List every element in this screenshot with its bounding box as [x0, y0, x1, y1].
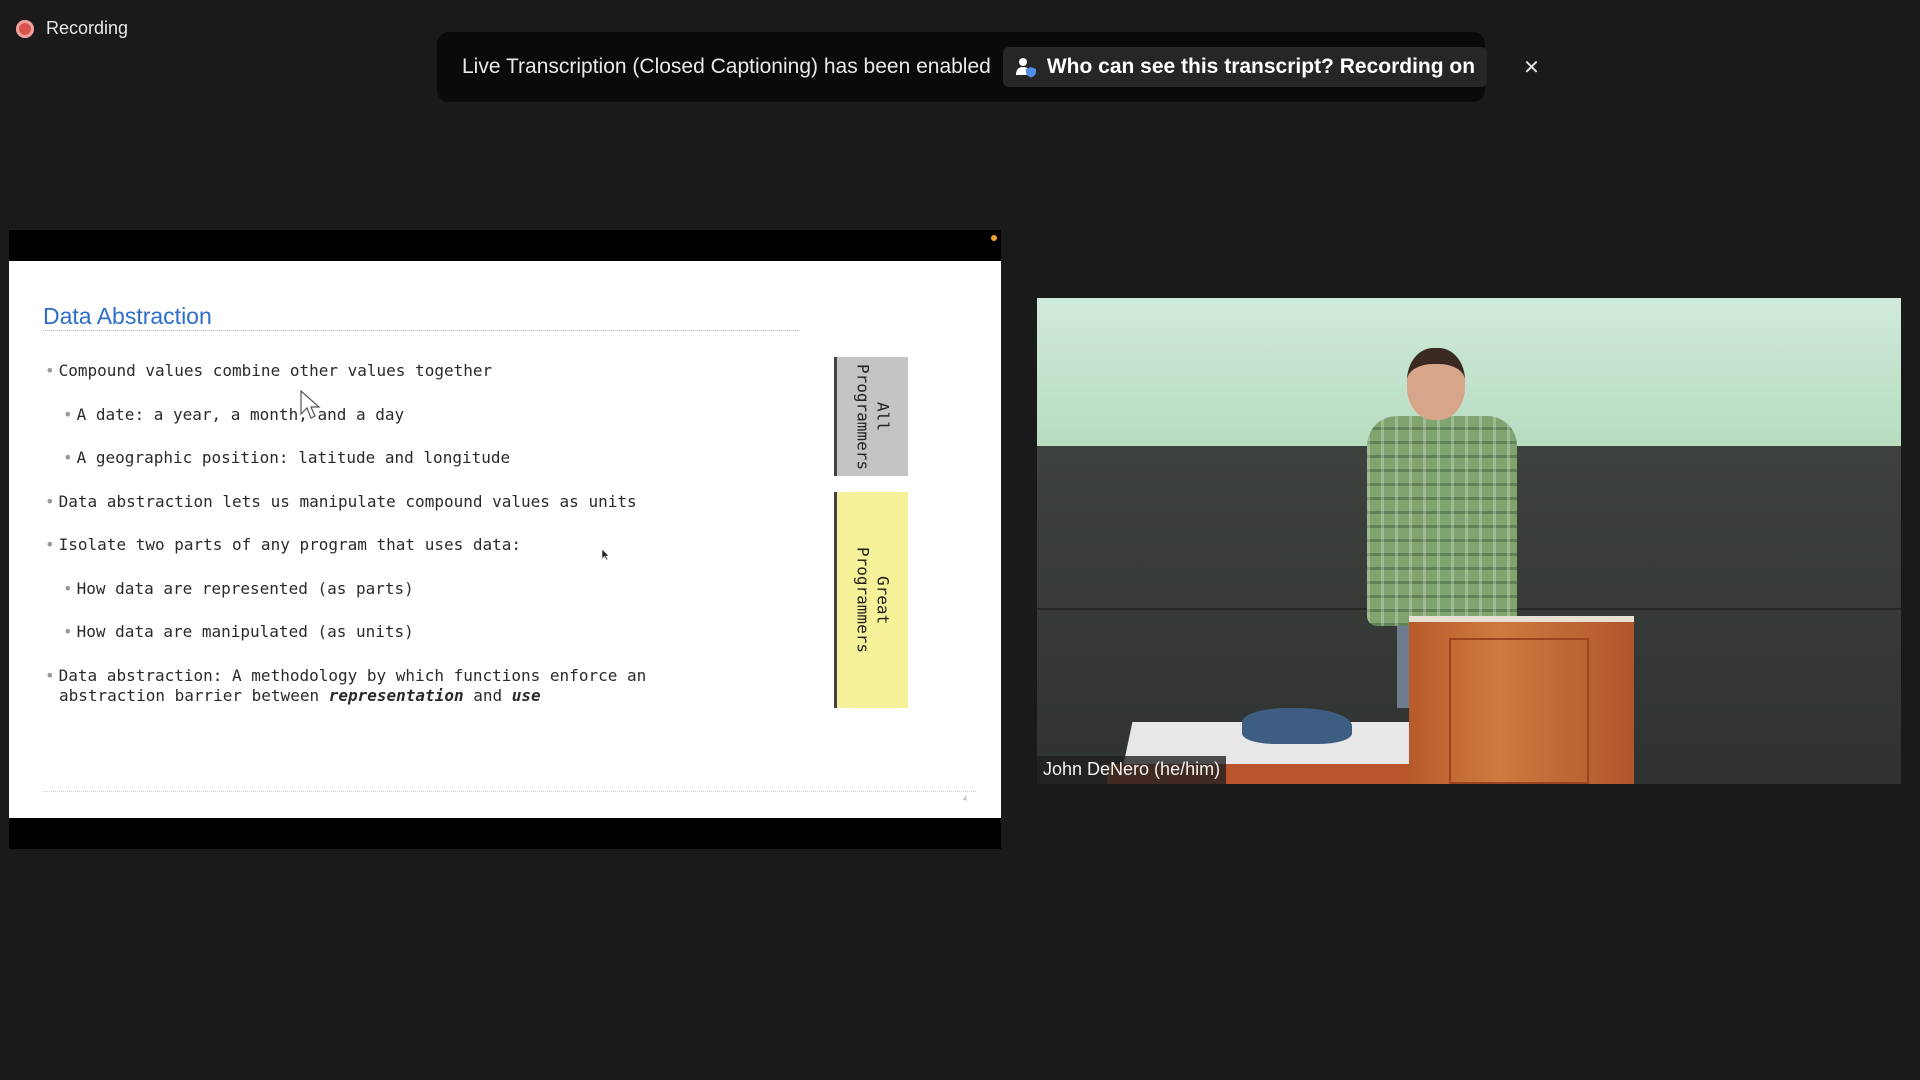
recording-dot-icon	[16, 19, 34, 38]
person-shield-icon	[1015, 58, 1036, 78]
bullet-item: • A date: a year, a month, and a day	[63, 405, 405, 424]
slide-title: Data Abstraction	[43, 303, 212, 329]
video-bag	[1242, 708, 1352, 744]
transcription-banner: Live Transcription (Closed Captioning) h…	[437, 32, 1540, 102]
bullet-item: • How data are represented (as parts)	[63, 579, 414, 598]
footer-divider	[43, 791, 976, 792]
recording-indicator[interactable]: Recording	[16, 18, 128, 39]
bullet-item: • Compound values combine other values to…	[45, 361, 493, 380]
bullet-item: • Isolate two parts of any program that u…	[45, 535, 522, 554]
video-podium-panel	[1449, 638, 1589, 784]
shared-screen[interactable]: Data Abstraction • Compound values combin…	[9, 230, 1001, 849]
speaker-video[interactable]: John DeNero (he/him)	[1037, 298, 1901, 784]
great-programmers-tab: Great Programmers	[834, 492, 908, 708]
bullet-item: • How data are manipulated (as units)	[63, 622, 414, 641]
recording-label: Recording	[46, 18, 129, 38]
all-programmers-label: All Programmers	[853, 363, 893, 470]
slide: Data Abstraction • Compound values combin…	[9, 261, 1001, 818]
mouse-cursor-small-icon	[601, 548, 610, 561]
bullet-item: • Data abstraction: A methodology by whic…	[45, 666, 647, 705]
banner-message: Live Transcription (Closed Captioning) h…	[462, 55, 991, 78]
mouse-cursor-icon	[300, 390, 321, 419]
bullet-item: • Data abstraction lets us manipulate com…	[45, 492, 637, 511]
who-can-see-label: Who can see this transcript? Recording o…	[1046, 55, 1476, 78]
share-indicator-dot	[991, 235, 997, 241]
all-programmers-tab: All Programmers	[834, 357, 908, 476]
title-divider	[43, 330, 800, 331]
who-can-see-transcript-button[interactable]: Who can see this transcript? Recording o…	[1002, 47, 1488, 87]
participant-name-tag: John DeNero (he/him)	[1037, 756, 1227, 784]
slide-page-number: 4	[963, 796, 967, 803]
great-programmers-label: Great Programmers	[853, 547, 893, 653]
close-icon[interactable]: ✕	[1523, 55, 1540, 80]
bullet-item: • A geographic position: latitude and lon…	[63, 448, 511, 467]
